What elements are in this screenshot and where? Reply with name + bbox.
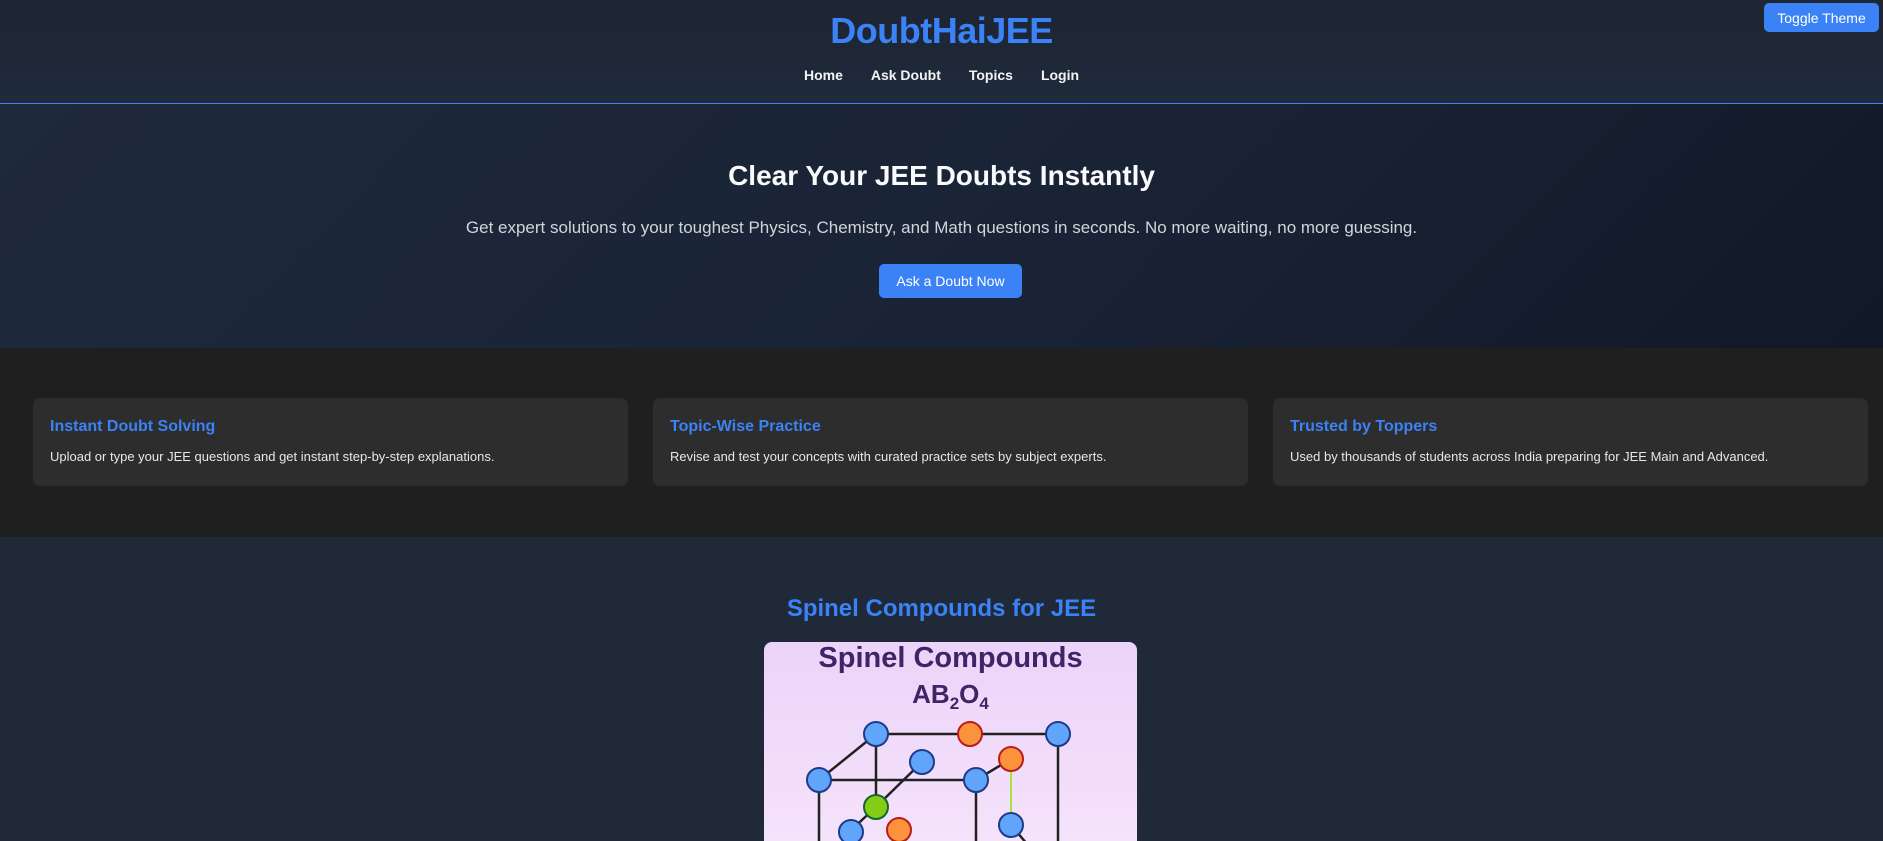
feature-text: Used by thousands of students across Ind…: [1290, 449, 1769, 464]
spinel-structure-image: Spinel Compounds AB2O4: [764, 642, 1137, 841]
ask-doubt-now-button[interactable]: Ask a Doubt Now: [879, 264, 1022, 298]
feature-text: Revise and test your concepts with curat…: [670, 449, 1107, 464]
atoms: [806, 721, 1071, 841]
brand-logo[interactable]: DoubtHaiJEE: [0, 10, 1883, 52]
atom-green: [863, 794, 889, 820]
feature-title: Trusted by Toppers: [1290, 418, 1438, 435]
hero-section: Clear Your JEE Doubts Instantly Get expe…: [0, 104, 1883, 348]
nav-topics-link[interactable]: Topics: [969, 67, 1013, 83]
atom-orange: [886, 817, 912, 841]
feature-title: Topic-Wise Practice: [670, 418, 821, 435]
nav-home-link[interactable]: Home: [804, 67, 843, 83]
atom-orange: [957, 721, 983, 747]
feature-card-practice: Topic-Wise Practice Revise and test your…: [653, 398, 1248, 486]
nav-login-link[interactable]: Login: [1041, 67, 1079, 83]
atom-blue: [1045, 721, 1071, 747]
spinel-heading: Spinel Compounds for JEE: [786, 595, 1097, 622]
feature-title: Instant Doubt Solving: [50, 418, 216, 435]
feature-text: Upload or type your JEE questions and ge…: [50, 449, 495, 464]
crystal-lattice-diagram: [806, 721, 1071, 841]
atom-blue: [998, 812, 1024, 838]
feature-card-instant: Instant Doubt Solving Upload or type you…: [33, 398, 628, 486]
main-nav: Home Ask Doubt Topics Login: [0, 67, 1883, 83]
atom-blue: [806, 767, 832, 793]
hero-title: Clear Your JEE Doubts Instantly: [728, 160, 1155, 191]
atom-orange: [998, 746, 1024, 772]
nav-ask-doubt-link[interactable]: Ask Doubt: [871, 67, 941, 83]
atom-blue: [909, 749, 935, 775]
atom-blue: [863, 721, 889, 747]
site-header: DoubtHaiJEE Home Ask Doubt Topics Login: [0, 0, 1883, 104]
atom-blue: [963, 767, 989, 793]
features-section: Instant Doubt Solving Upload or type you…: [0, 348, 1883, 537]
atom-blue: [838, 819, 864, 841]
spinel-section: Spinel Compounds for JEE Spinel Compound…: [0, 537, 1883, 841]
feature-card-toppers: Trusted by Toppers Used by thousands of …: [1273, 398, 1868, 486]
toggle-theme-button[interactable]: Toggle Theme: [1764, 3, 1879, 32]
hero-subtitle: Get expert solutions to your toughest Ph…: [465, 218, 1418, 237]
